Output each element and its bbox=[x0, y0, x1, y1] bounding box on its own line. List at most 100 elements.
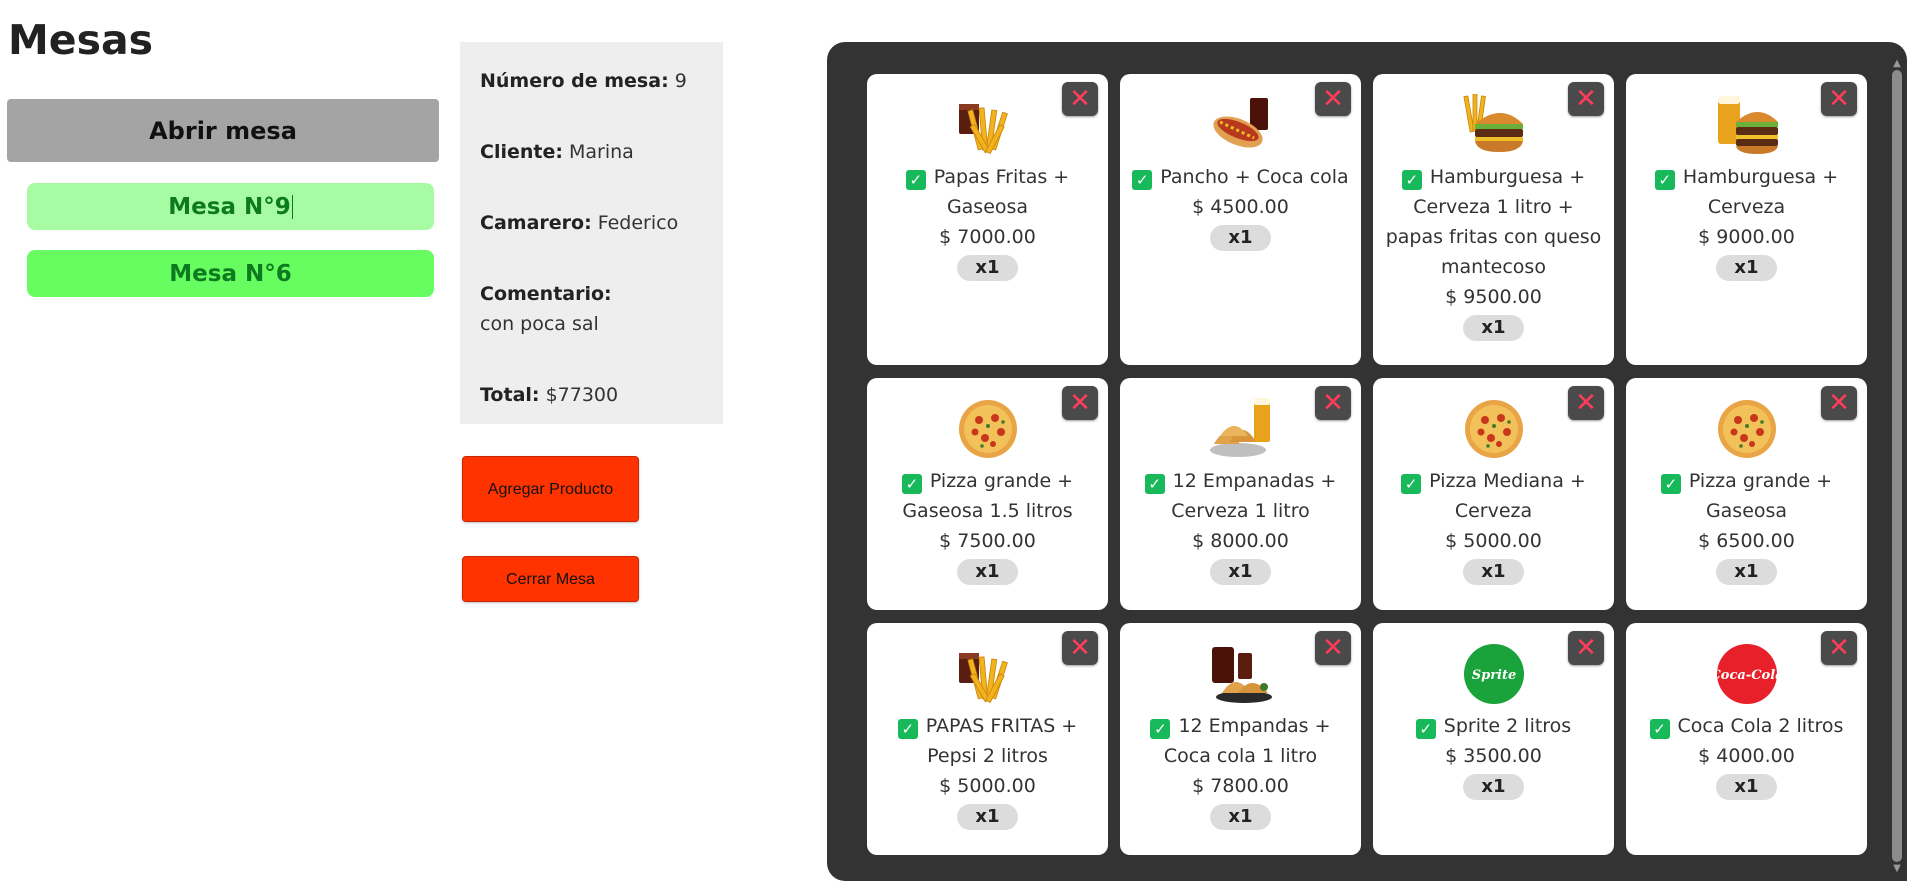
product-price: $ 8000.00 bbox=[1192, 530, 1289, 552]
quantity-badge: x1 bbox=[957, 559, 1018, 585]
quantity-badge: x1 bbox=[1716, 255, 1777, 281]
product-name: ✓ Coca Cola 2 litros bbox=[1626, 711, 1867, 741]
product-name: ✓ 12 Empanadas + Cerveza 1 litro bbox=[1120, 466, 1361, 526]
table-number-row: Número de mesa: 9 bbox=[480, 70, 687, 92]
remove-product-button[interactable]: ✕ bbox=[1821, 631, 1857, 665]
burger-beer-icon bbox=[1714, 94, 1780, 156]
fries-soda-icon bbox=[955, 643, 1021, 705]
products-panel: ✕ ✓ Papas Fritas + Gaseosa $ 7000.00 x1 ✕ ✓ Pan… bbox=[827, 42, 1907, 881]
add-product-button[interactable]: Agregar Producto bbox=[462, 456, 639, 522]
table-info-panel: Número de mesa: 9 Cliente: Marina Camare… bbox=[460, 42, 723, 424]
product-card: ✕ ✓ PAPAS FRITAS + Pepsi 2 litros $ 5000.00… bbox=[867, 623, 1108, 855]
product-price: $ 6500.00 bbox=[1698, 530, 1795, 552]
remove-product-button[interactable]: ✕ bbox=[1062, 82, 1098, 116]
remove-product-button[interactable]: ✕ bbox=[1315, 631, 1351, 665]
remove-product-button[interactable]: ✕ bbox=[1062, 631, 1098, 665]
product-name: ✓ 12 Empandas + Coca cola 1 litro bbox=[1120, 711, 1361, 771]
quantity-badge: x1 bbox=[1210, 804, 1271, 830]
product-name: ✓ Pizza grande + Gaseosa 1.5 litros bbox=[901, 470, 1074, 522]
remove-product-button[interactable]: ✕ bbox=[1568, 82, 1604, 116]
checkbox-icon[interactable]: ✓ bbox=[1415, 719, 1436, 739]
product-card: ✕ ✓ Pizza Mediana + Cerveza $ 5000.00 x1 bbox=[1373, 378, 1614, 610]
product-name: ✓ Hamburguesa + Cerveza 1 litro + papas f… bbox=[1385, 166, 1602, 278]
waiter-row: Camarero: Federico bbox=[480, 212, 679, 234]
product-card: ✕ Coca-Cola ✓ Coca Cola 2 litros $ 4000.00 x1 bbox=[1626, 623, 1867, 855]
comment-value: con poca sal bbox=[480, 313, 599, 335]
remove-product-button[interactable]: ✕ bbox=[1062, 386, 1098, 420]
product-name: ✓ PAPAS FRITAS + Pepsi 2 litros bbox=[867, 711, 1108, 771]
checkbox-icon[interactable]: ✓ bbox=[1132, 170, 1153, 190]
product-card: ✕ ✓ Pancho + Coca cola $ 4500.00 x1 bbox=[1120, 74, 1361, 365]
empanadas-soda-icon bbox=[1208, 643, 1274, 705]
sprite-logo-icon: Sprite bbox=[1461, 643, 1527, 705]
svg-text:Sprite: Sprite bbox=[1471, 668, 1516, 683]
client-row: Cliente: Marina bbox=[480, 141, 634, 163]
quantity-badge: x1 bbox=[1463, 315, 1524, 341]
checkbox-icon[interactable]: ✓ bbox=[1401, 170, 1422, 190]
quantity-badge: x1 bbox=[1210, 225, 1271, 251]
remove-product-button[interactable]: ✕ bbox=[1821, 82, 1857, 116]
product-price: $ 4000.00 bbox=[1698, 745, 1795, 767]
product-card: ✕ Sprite ✓ Sprite 2 litros $ 3500.00 x1 bbox=[1373, 623, 1614, 855]
remove-product-button[interactable]: ✕ bbox=[1568, 631, 1604, 665]
burger-fries-icon bbox=[1461, 94, 1527, 156]
hotdog-soda-icon bbox=[1208, 94, 1274, 156]
product-name: ✓ Pizza grande + Gaseosa bbox=[1626, 466, 1867, 526]
pizza-icon bbox=[955, 398, 1021, 460]
page-title: Mesas bbox=[8, 16, 154, 64]
remove-product-button[interactable]: ✕ bbox=[1821, 386, 1857, 420]
checkbox-icon[interactable]: ✓ bbox=[1649, 719, 1670, 739]
product-price: $ 4500.00 bbox=[1192, 196, 1289, 218]
text-caret bbox=[291, 194, 293, 219]
product-name: ✓ Pancho + Coca cola bbox=[1120, 162, 1361, 192]
products-grid: ✕ ✓ Papas Fritas + Gaseosa $ 7000.00 x1 ✕ ✓ Pan… bbox=[867, 74, 1867, 855]
product-price: $ 5000.00 bbox=[939, 775, 1036, 797]
product-card: ✕ ✓ 12 Empandas + Coca cola 1 litro $ 7800.… bbox=[1120, 623, 1361, 855]
product-name: ✓ Hamburguesa + Cerveza bbox=[1626, 162, 1867, 222]
checkbox-icon[interactable]: ✓ bbox=[897, 719, 918, 739]
checkbox-icon[interactable]: ✓ bbox=[905, 170, 926, 190]
client-value: Marina bbox=[569, 141, 634, 163]
table-button-6[interactable]: Mesa N°6 bbox=[27, 250, 434, 297]
checkbox-icon[interactable]: ✓ bbox=[1660, 474, 1681, 494]
remove-product-button[interactable]: ✕ bbox=[1315, 386, 1351, 420]
pizza-icon bbox=[1714, 398, 1780, 460]
quantity-badge: x1 bbox=[957, 255, 1018, 281]
svg-text:Coca-Cola: Coca-Cola bbox=[1714, 668, 1780, 683]
product-card: ✕ ✓ Hamburguesa + Cerveza $ 9000.00 x1 bbox=[1626, 74, 1867, 365]
remove-product-button[interactable]: ✕ bbox=[1315, 82, 1351, 116]
total-value: $77300 bbox=[545, 384, 619, 406]
table-button-9[interactable]: Mesa N°9 bbox=[27, 183, 434, 230]
product-price: $ 5000.00 bbox=[1445, 530, 1542, 552]
product-price: $ 9500.00 bbox=[1445, 286, 1542, 308]
checkbox-icon[interactable]: ✓ bbox=[1144, 474, 1165, 494]
close-table-button[interactable]: Cerrar Mesa bbox=[462, 556, 639, 602]
checkbox-icon[interactable]: ✓ bbox=[1150, 719, 1171, 739]
checkbox-icon[interactable]: ✓ bbox=[901, 474, 922, 494]
quantity-badge: x1 bbox=[1463, 559, 1524, 585]
checkbox-icon[interactable]: ✓ bbox=[1654, 170, 1675, 190]
scrollbar-thumb[interactable] bbox=[1892, 70, 1902, 862]
product-name: ✓ Pizza Mediana + Cerveza bbox=[1373, 466, 1614, 526]
quantity-badge: x1 bbox=[1463, 774, 1524, 800]
remove-product-button[interactable]: ✕ bbox=[1568, 386, 1604, 420]
table-number-value: 9 bbox=[674, 70, 687, 92]
product-price: $ 9000.00 bbox=[1698, 226, 1795, 248]
coca-cola-logo-icon: Coca-Cola bbox=[1714, 643, 1780, 705]
total-row: Total: $77300 bbox=[480, 384, 619, 406]
product-price: $ 7500.00 bbox=[939, 530, 1036, 552]
product-name: ✓ Sprite 2 litros bbox=[1373, 711, 1614, 741]
comment-row: Comentario: con poca sal bbox=[480, 283, 612, 335]
product-name: ✓ Papas Fritas + Gaseosa bbox=[867, 162, 1108, 222]
scroll-down-arrow[interactable]: ▼ bbox=[1891, 863, 1903, 875]
product-card: ✕ ✓ 12 Empanadas + Cerveza 1 litro $ 8000.0… bbox=[1120, 378, 1361, 610]
product-card: ✕ ✓ Pizza grande + Gaseosa $ 6500.00 x1 bbox=[1626, 378, 1867, 610]
open-table-button[interactable]: Abrir mesa bbox=[7, 99, 439, 162]
product-card: ✕ ✓ Papas Fritas + Gaseosa $ 7000.00 x1 bbox=[867, 74, 1108, 365]
product-card: ✕ ✓ Hamburguesa + Cerveza 1 litro + papas … bbox=[1373, 74, 1614, 365]
table-label: Mesa N°9 bbox=[168, 193, 291, 220]
checkbox-icon[interactable]: ✓ bbox=[1401, 474, 1422, 494]
product-price: $ 7800.00 bbox=[1192, 775, 1289, 797]
scroll-up-arrow[interactable]: ▲ bbox=[1891, 58, 1903, 70]
pizza-icon bbox=[1461, 398, 1527, 460]
